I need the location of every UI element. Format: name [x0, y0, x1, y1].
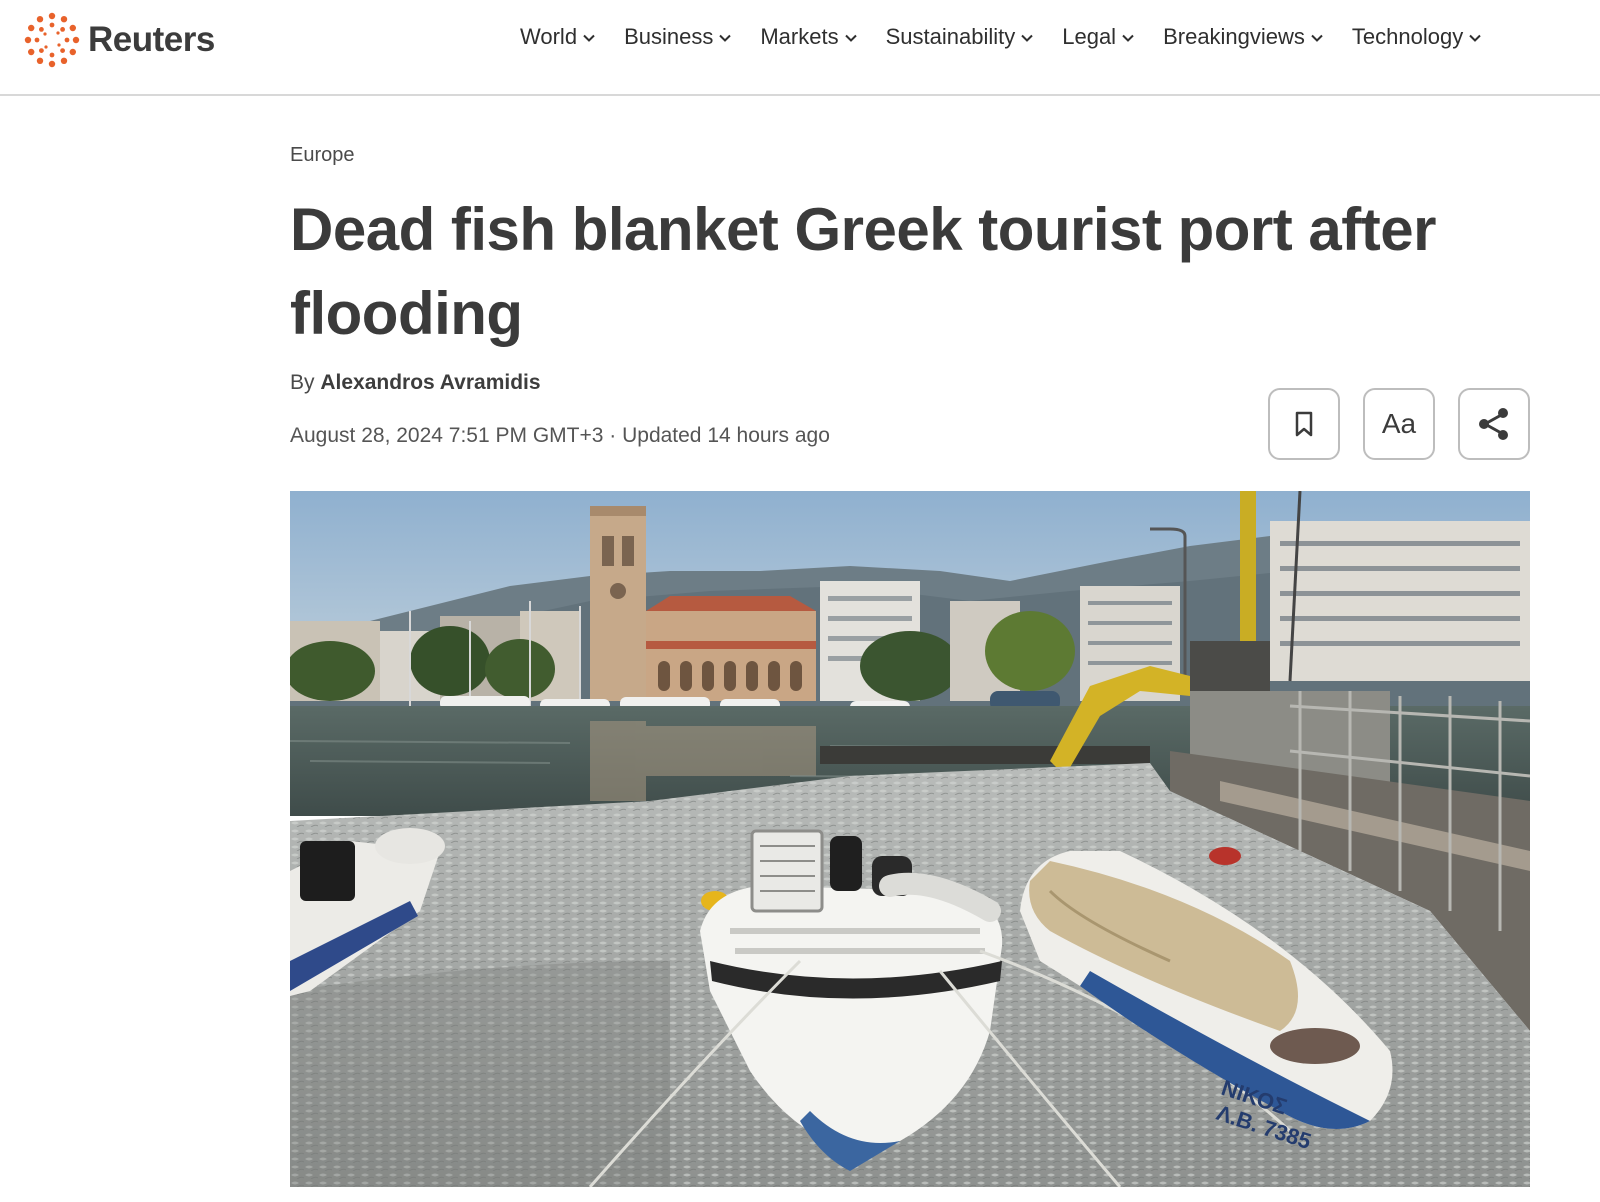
- nav-item-world[interactable]: World: [520, 24, 596, 50]
- text-size-button[interactable]: Aa: [1363, 388, 1435, 460]
- article-photo[interactable]: ΝΙΚΟΣ Λ.Β. 7385: [290, 491, 1530, 1187]
- section-link[interactable]: Europe: [290, 144, 355, 167]
- author-link[interactable]: Alexandros Avramidis: [320, 371, 540, 394]
- brand-name: Reuters: [88, 20, 215, 59]
- harbor-dead-fish-photo: ΝΙΚΟΣ Λ.Β. 7385: [290, 491, 1530, 1187]
- nav-item-technology[interactable]: Technology: [1352, 24, 1482, 50]
- nav-item-breakingviews[interactable]: Breakingviews: [1163, 24, 1324, 50]
- article-headline: Dead fish blanket Greek tourist port aft…: [290, 196, 1436, 347]
- reuters-logo[interactable]: Reuters: [24, 12, 215, 68]
- nav-item-label: Markets: [760, 24, 839, 49]
- byline: By Alexandros Avramidis: [290, 371, 541, 395]
- reuters-logo-icon: [24, 12, 80, 68]
- chevron-down-icon: [1469, 34, 1481, 42]
- byline-prefix: By: [290, 371, 315, 394]
- site-header: Reuters World Business Markets Sustainab…: [0, 0, 1600, 96]
- text-size-label: Aa: [1381, 408, 1417, 439]
- nav-item-markets[interactable]: Markets: [760, 24, 857, 50]
- nav-item-label: Sustainability: [885, 24, 1016, 49]
- save-article-button[interactable]: [1268, 388, 1340, 460]
- chevron-down-icon: [844, 34, 857, 42]
- chevron-down-icon: [719, 34, 732, 42]
- nav-item-label: World: [520, 24, 578, 49]
- nav-item-legal[interactable]: Legal: [1062, 24, 1135, 50]
- nav-item-label: Business: [624, 24, 714, 49]
- share-icon: [1479, 408, 1508, 440]
- bookmark-icon: [1295, 411, 1313, 437]
- nav-item-label: Breakingviews: [1163, 24, 1305, 49]
- chevron-down-icon: [583, 34, 595, 42]
- main-nav: World Business Markets Sustainability Le…: [520, 24, 1482, 50]
- nav-item-sustainability[interactable]: Sustainability: [886, 24, 1035, 50]
- chevron-down-icon: [1122, 34, 1134, 42]
- article-dateline: August 28, 2024 7:51 PM GMT+3 · Updated …: [290, 424, 830, 447]
- chevron-down-icon: [1311, 34, 1323, 42]
- nav-item-label: Legal: [1062, 24, 1117, 49]
- nav-item-business[interactable]: Business: [624, 24, 732, 50]
- share-button[interactable]: [1458, 388, 1530, 460]
- chevron-down-icon: [1021, 34, 1033, 42]
- nav-item-label: Technology: [1351, 24, 1464, 49]
